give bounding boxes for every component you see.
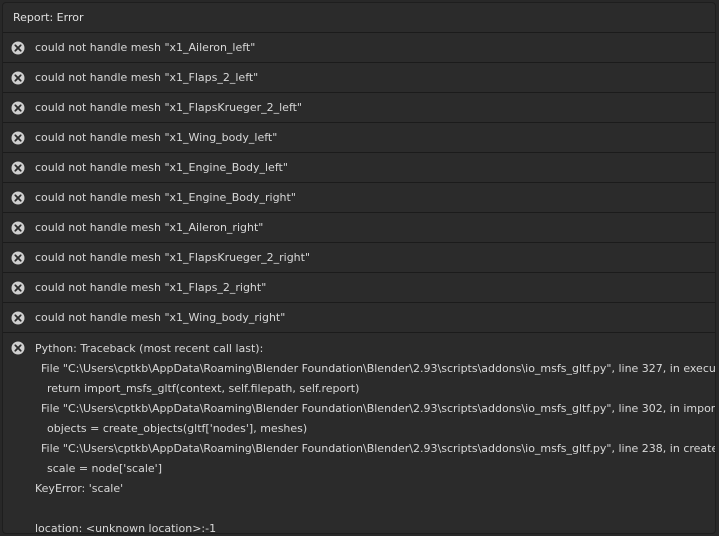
traceback-file-line: File "C:\Users\cptkb\AppData\Roaming\Ble…: [41, 442, 716, 455]
error-row: could not handle mesh "x1_Wing_body_righ…: [3, 303, 715, 333]
traceback-location: location: <unknown location>:-1: [35, 522, 217, 534]
traceback-code-line: return import_msfs_gltf(context, self.fi…: [47, 382, 360, 395]
error-row: could not handle mesh "x1_Aileron_right": [3, 213, 715, 243]
report-title: Report: Error: [3, 3, 715, 33]
error-icon: [11, 221, 25, 235]
error-icon: [11, 341, 25, 355]
error-message: could not handle mesh "x1_Aileron_right": [35, 221, 264, 234]
error-row: could not handle mesh "x1_Flaps_2_left": [3, 63, 715, 93]
error-icon: [11, 311, 25, 325]
error-icon: [11, 191, 25, 205]
error-icon: [11, 131, 25, 145]
error-row: could not handle mesh "x1_Engine_Body_ri…: [3, 183, 715, 213]
error-icon: [11, 41, 25, 55]
error-message: could not handle mesh "x1_Engine_Body_ri…: [35, 191, 296, 204]
error-row: could not handle mesh "x1_FlapsKrueger_2…: [3, 93, 715, 123]
error-icon: [11, 101, 25, 115]
error-icon: [11, 281, 25, 295]
traceback-blank: [3, 501, 715, 521]
error-message: could not handle mesh "x1_FlapsKrueger_2…: [35, 251, 311, 264]
error-icon: [11, 71, 25, 85]
error-row: could not handle mesh "x1_Engine_Body_le…: [3, 153, 715, 183]
error-report-panel: Report: Error could not handle mesh "x1_…: [2, 2, 716, 534]
error-message: could not handle mesh "x1_Wing_body_righ…: [35, 311, 286, 324]
error-message: could not handle mesh "x1_FlapsKrueger_2…: [35, 101, 302, 114]
error-row: could not handle mesh "x1_Wing_body_left…: [3, 123, 715, 153]
traceback-file-line: File "C:\Users\cptkb\AppData\Roaming\Ble…: [41, 402, 716, 415]
error-message: could not handle mesh "x1_Flaps_2_left": [35, 71, 259, 84]
traceback-block: Python: Traceback (most recent call last…: [3, 333, 716, 534]
error-row: could not handle mesh "x1_FlapsKrueger_2…: [3, 243, 715, 273]
error-icon: [11, 251, 25, 265]
traceback-code-line: objects = create_objects(gltf['nodes'], …: [47, 422, 308, 435]
error-message: could not handle mesh "x1_Wing_body_left…: [35, 131, 278, 144]
traceback-header: Python: Traceback (most recent call last…: [35, 342, 264, 355]
error-message: could not handle mesh "x1_Flaps_2_right": [35, 281, 267, 294]
traceback-file-line: File "C:\Users\cptkb\AppData\Roaming\Ble…: [41, 362, 716, 375]
error-row: could not handle mesh "x1_Flaps_2_right": [3, 273, 715, 303]
error-message: could not handle mesh "x1_Aileron_left": [35, 41, 256, 54]
traceback-code-line: scale = node['scale']: [47, 462, 162, 475]
error-message: could not handle mesh "x1_Engine_Body_le…: [35, 161, 288, 174]
traceback-error: KeyError: 'scale': [35, 482, 124, 495]
error-row: could not handle mesh "x1_Aileron_left": [3, 33, 715, 63]
error-icon: [11, 161, 25, 175]
